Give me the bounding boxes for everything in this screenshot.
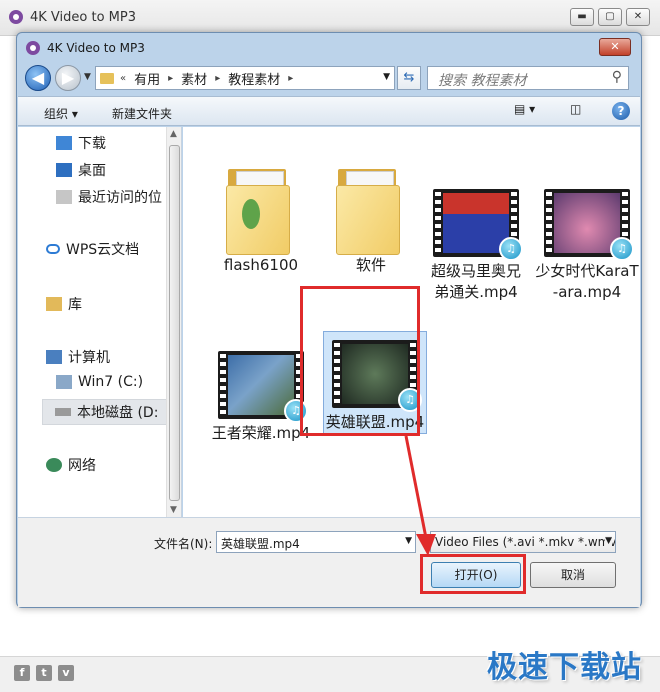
windows-drive-icon: [56, 375, 72, 389]
breadcrumb-item[interactable]: 素材: [181, 69, 207, 88]
dialog-title: 4K Video to MP3: [47, 41, 145, 55]
search-placeholder: 搜索 教程素材: [438, 73, 527, 89]
desktop-icon: [56, 163, 72, 177]
file-name: 英雄联盟.mp4: [325, 413, 425, 431]
address-row: ◀ ▶ ▼ « 有用 ▸ 素材 ▸ 教程素材 ▸ ▼ ⇆ 搜索 教程素材 ⚲: [25, 63, 633, 95]
file-name: 王者荣耀.mp4: [211, 424, 311, 442]
dialog-title-bar: 4K Video to MP3 ✕: [17, 33, 641, 63]
minimize-button[interactable]: ▬: [570, 8, 594, 26]
scroll-down-icon[interactable]: ▼: [170, 505, 177, 515]
video-badge-icon: ♫: [610, 237, 634, 261]
list-item-selected[interactable]: ♫ 英雄联盟.mp4: [323, 331, 427, 434]
breadcrumb-separator-icon[interactable]: ▸: [288, 73, 293, 84]
view-options-icon[interactable]: ▤ ▾: [514, 102, 535, 122]
video-file-icon: ♫: [328, 336, 422, 412]
breadcrumb-item[interactable]: 有用: [134, 69, 160, 88]
chevron-down-icon[interactable]: ▼: [383, 72, 390, 82]
video-badge-icon: ♫: [398, 388, 422, 412]
folder-icon: [332, 165, 410, 255]
breadcrumb-overflow[interactable]: «: [120, 73, 126, 84]
nav-item-recent[interactable]: 最近访问的位: [56, 187, 162, 207]
filename-label: 文件名(N):: [154, 537, 213, 551]
list-item[interactable]: ♫ 超级马里奥兄弟通关.mp4: [424, 185, 528, 303]
scrollbar-thumb[interactable]: [169, 145, 180, 501]
nav-item-downloads[interactable]: 下载: [56, 133, 106, 153]
nav-scrollbar[interactable]: ▲ ▼: [166, 127, 181, 517]
annotation-arrow-icon: [404, 435, 436, 556]
vimeo-icon[interactable]: v: [58, 665, 74, 681]
open-button[interactable]: 打开(O): [431, 562, 521, 588]
chevron-down-icon[interactable]: ▼: [605, 536, 612, 546]
breadcrumb-item[interactable]: 教程素材: [228, 69, 280, 88]
breadcrumb-separator-icon[interactable]: ▸: [215, 73, 220, 84]
command-toolbar: 组织 ▾ 新建文件夹 ▤ ▾ ◫ ?: [18, 96, 640, 126]
video-badge-icon: ♫: [284, 399, 308, 423]
nav-item-wps-cloud[interactable]: WPS云文档: [46, 239, 139, 259]
watermark: 极速下载站: [487, 650, 642, 685]
list-item[interactable]: 软件: [319, 165, 423, 276]
twitter-icon[interactable]: t: [36, 665, 52, 681]
navigation-pane: 下载 桌面 最近访问的位 WPS云文档 库 计算机 Win7 (C:) 本地磁盘…: [18, 127, 182, 517]
facebook-icon[interactable]: f: [14, 665, 30, 681]
help-icon[interactable]: ?: [612, 102, 630, 120]
nav-item-drive-c[interactable]: Win7 (C:): [56, 374, 143, 390]
recent-places-icon: [56, 190, 72, 204]
download-folder-icon: [56, 136, 72, 150]
file-name: 少女时代KaraT-ara.mp4: [535, 262, 639, 301]
filetype-select[interactable]: Video Files (*.avi *.mkv *.wmv ▼: [430, 531, 616, 553]
history-dropdown-icon[interactable]: ▼: [84, 72, 91, 82]
cloud-icon: [46, 244, 60, 254]
network-icon: [46, 458, 62, 472]
nav-item-drive-d[interactable]: 本地磁盘 (D:: [42, 399, 181, 425]
open-file-dialog: 4K Video to MP3 ✕ ◀ ▶ ▼ « 有用 ▸ 素材 ▸ 教程素材…: [16, 32, 642, 608]
app-title-bar: 4K Video to MP3 ▬ ▢ ✕: [0, 0, 660, 36]
list-item[interactable]: ♫ 王者荣耀.mp4: [209, 347, 313, 444]
scroll-up-icon[interactable]: ▲: [170, 129, 177, 139]
file-name: flash6100: [223, 256, 299, 274]
nav-item-network[interactable]: 网络: [46, 455, 96, 475]
file-name: 软件: [355, 256, 386, 274]
back-arrow-icon[interactable]: ◀: [25, 65, 51, 91]
close-button[interactable]: ✕: [626, 8, 650, 26]
breadcrumb[interactable]: « 有用 ▸ 素材 ▸ 教程素材 ▸ ▼: [95, 66, 395, 90]
app-title: 4K Video to MP3: [30, 10, 136, 25]
search-input[interactable]: 搜索 教程素材 ⚲: [427, 66, 629, 90]
library-icon: [46, 297, 62, 311]
video-file-icon: ♫: [214, 347, 308, 423]
computer-icon: [46, 350, 62, 364]
list-item[interactable]: flash6100: [209, 165, 313, 276]
maximize-button[interactable]: ▢: [598, 8, 622, 26]
search-icon[interactable]: ⚲: [612, 69, 622, 85]
dialog-close-button[interactable]: ✕: [599, 38, 631, 56]
dialog-logo-icon: [26, 41, 40, 55]
video-badge-icon: ♫: [499, 237, 523, 261]
video-file-icon: ♫: [540, 185, 634, 261]
forward-arrow-icon[interactable]: ▶: [55, 65, 81, 91]
new-folder-button[interactable]: 新建文件夹: [112, 105, 172, 122]
dialog-footer: 文件名(N): 英雄联盟.mp4 ▼ Video Files (*.avi *.…: [18, 517, 640, 607]
breadcrumb-separator-icon[interactable]: ▸: [168, 73, 173, 84]
nav-item-desktop[interactable]: 桌面: [56, 160, 106, 180]
hard-drive-icon: [55, 408, 71, 416]
folder-icon: [100, 72, 114, 84]
nav-item-computer[interactable]: 计算机: [46, 347, 110, 367]
file-name: 超级马里奥兄弟通关.mp4: [430, 262, 521, 301]
nav-item-libraries[interactable]: 库: [46, 294, 82, 314]
cancel-button[interactable]: 取消: [530, 562, 616, 588]
list-item[interactable]: ♫ 少女时代KaraT-ara.mp4: [535, 185, 639, 303]
organize-menu[interactable]: 组织 ▾: [44, 105, 78, 122]
app-logo-icon: [9, 10, 23, 24]
folder-icon: [222, 165, 300, 255]
filename-input[interactable]: 英雄联盟.mp4 ▼: [216, 531, 416, 553]
video-file-icon: ♫: [429, 185, 523, 261]
preview-pane-icon[interactable]: ◫: [570, 102, 581, 122]
refresh-icon[interactable]: ⇆: [397, 66, 421, 90]
